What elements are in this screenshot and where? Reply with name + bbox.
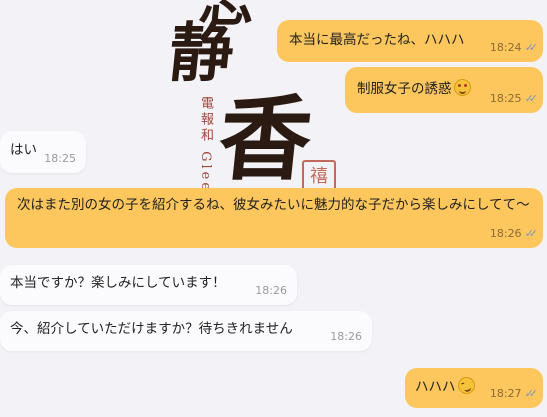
message-meta: 18:26 <box>330 331 362 343</box>
message-bubble-incoming[interactable]: 本当ですか？楽しみにしています！ 18:26 <box>0 265 297 305</box>
message-time: 18:25 <box>44 152 76 165</box>
message-time: 18:24 <box>489 41 522 54</box>
read-checkmarks-icon: ✓✓ <box>524 92 539 105</box>
message-text: 本当に最高だったね、ハハハ <box>289 32 465 48</box>
message-time: 18:26 <box>489 227 522 240</box>
message-text: ハハハ <box>415 379 456 395</box>
message-meta: 18:24 ✓✓ <box>489 41 539 54</box>
read-checkmarks-icon: ✓✓ <box>524 387 539 400</box>
read-checkmarks-icon: ✓✓ <box>524 227 539 240</box>
message-meta: 18:26 ✓✓ <box>489 227 539 240</box>
message-text: 今、紹介していただけますか？待ちきれません <box>10 321 293 337</box>
read-checkmarks-icon: ✓✓ <box>524 41 539 54</box>
message-bubble-outgoing[interactable]: 本当に最高だったね、ハハハ 18:24 ✓✓ <box>277 20 543 62</box>
message-text: はい <box>10 142 37 158</box>
message-meta: 18:26 <box>255 285 287 297</box>
message-time: 18:27 <box>489 387 522 400</box>
message-bubble-outgoing[interactable]: 制服女子の誘惑 18:25 ✓✓ <box>345 67 543 113</box>
message-bubble-incoming[interactable]: はい 18:25 <box>0 131 86 173</box>
wallpaper-calligraphy-1: 静 <box>165 16 238 91</box>
star-struck-emoji-icon <box>453 79 471 96</box>
message-bubble-outgoing[interactable]: ハハハ 18:27 ✓✓ <box>405 368 543 408</box>
message-time: 18:26 <box>330 330 362 343</box>
wallpaper-calligraphy-2: 香 <box>213 85 317 193</box>
message-text: 本当ですか？楽しみにしています！ <box>10 275 226 291</box>
wallpaper-calligraphy-top: 志 <box>196 0 259 34</box>
message-meta: 18:25 <box>44 153 76 165</box>
message-text: 制服女子の誘惑 <box>357 81 452 97</box>
message-time: 18:25 <box>489 92 522 105</box>
rofl-emoji-icon <box>455 374 477 397</box>
message-text: 次はまた別の女の子を紹介するね、彼女みたいに魅力的な子だから楽しみにしてて～ <box>17 197 530 213</box>
message-meta: 18:25 ✓✓ <box>489 92 539 105</box>
message-time: 18:26 <box>255 284 287 297</box>
message-meta: 18:27 ✓✓ <box>489 387 539 400</box>
message-bubble-outgoing[interactable]: 次はまた別の女の子を紹介するね、彼女みたいに魅力的な子だから楽しみにしてて～ 1… <box>5 188 543 248</box>
message-bubble-incoming[interactable]: 今、紹介していただけますか？待ちきれません 18:26 <box>0 311 372 351</box>
